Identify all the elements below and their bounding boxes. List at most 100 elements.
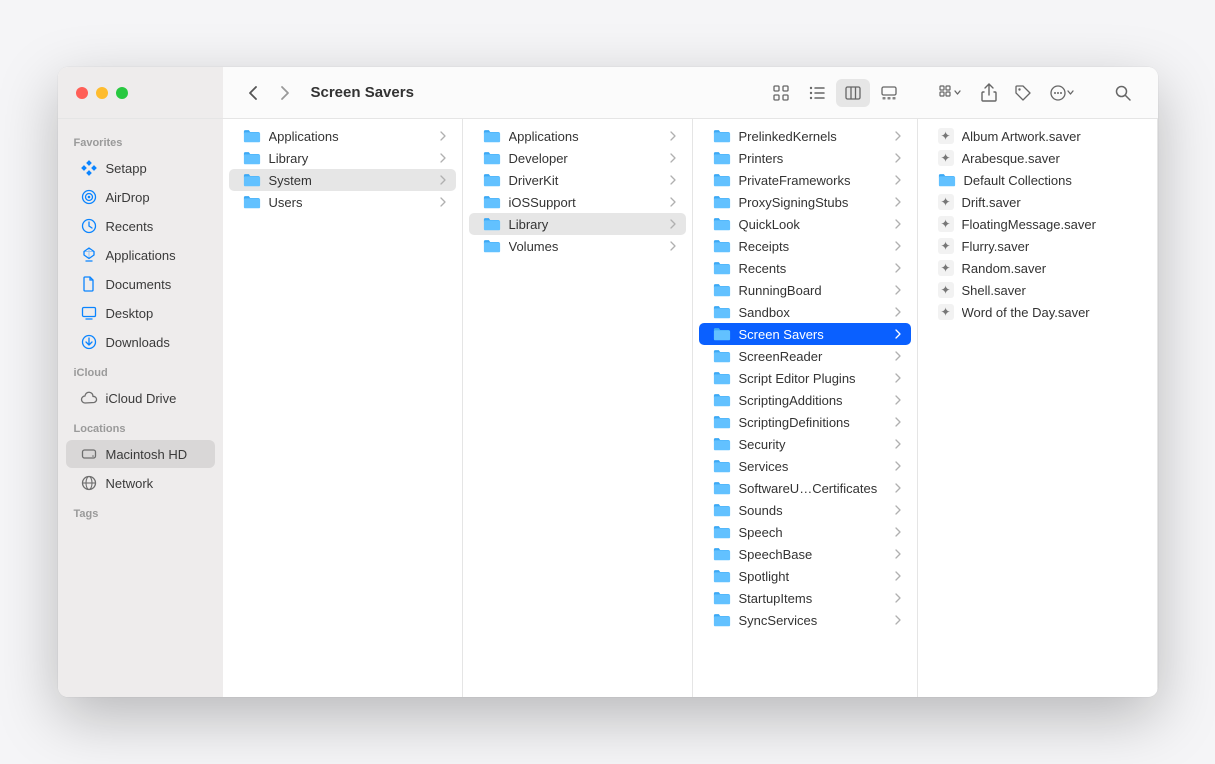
setapp-icon xyxy=(80,159,98,177)
list-item[interactable]: PrelinkedKernels xyxy=(699,125,911,147)
list-item[interactable]: Screen Savers xyxy=(699,323,911,345)
sidebar-item-applications[interactable]: Applications xyxy=(66,241,215,269)
list-item[interactable]: ✦FloatingMessage.saver xyxy=(924,213,1151,235)
list-item[interactable]: ✦Flurry.saver xyxy=(924,235,1151,257)
finder-window: Screen Savers xyxy=(58,67,1158,697)
chevron-right-icon xyxy=(670,195,676,210)
view-mode-group xyxy=(764,79,906,107)
saver-file-icon: ✦ xyxy=(938,128,954,144)
list-item[interactable]: Library xyxy=(229,147,456,169)
view-list-button[interactable] xyxy=(800,79,834,107)
saver-file-icon: ✦ xyxy=(938,282,954,298)
list-item[interactable]: Library xyxy=(469,213,686,235)
folder-icon xyxy=(713,194,731,210)
chevron-right-icon xyxy=(895,195,901,210)
folder-icon xyxy=(483,238,501,254)
folder-icon xyxy=(713,436,731,452)
list-item[interactable]: ✦Shell.saver xyxy=(924,279,1151,301)
forward-button[interactable] xyxy=(273,81,297,105)
list-item[interactable]: ✦Random.saver xyxy=(924,257,1151,279)
list-item-label: PrivateFrameworks xyxy=(739,173,887,188)
sidebar-item-setapp[interactable]: Setapp xyxy=(66,154,215,182)
folder-icon xyxy=(713,216,731,232)
sidebar-item-label: Desktop xyxy=(106,306,154,321)
actions-button[interactable] xyxy=(1040,79,1084,107)
list-item-label: Applications xyxy=(269,129,432,144)
list-item[interactable]: PrivateFrameworks xyxy=(699,169,911,191)
list-item[interactable]: StartupItems xyxy=(699,587,911,609)
zoom-window-button[interactable] xyxy=(116,87,128,99)
list-item-label: Default Collections xyxy=(964,173,1141,188)
list-item[interactable]: Recents xyxy=(699,257,911,279)
list-item[interactable]: Applications xyxy=(229,125,456,147)
list-item[interactable]: Sandbox xyxy=(699,301,911,323)
traffic-lights xyxy=(76,87,128,99)
search-button[interactable] xyxy=(1106,79,1140,107)
list-item[interactable]: RunningBoard xyxy=(699,279,911,301)
list-item-label: ScriptingAdditions xyxy=(739,393,887,408)
folder-icon xyxy=(243,194,261,210)
list-item-label: Screen Savers xyxy=(739,327,887,342)
back-button[interactable] xyxy=(241,81,265,105)
sidebar-item-icloud-drive[interactable]: iCloud Drive xyxy=(66,384,215,412)
folder-icon xyxy=(713,370,731,386)
list-item[interactable]: Sounds xyxy=(699,499,911,521)
list-item[interactable]: Volumes xyxy=(469,235,686,257)
network-icon xyxy=(80,474,98,492)
list-item[interactable]: Applications xyxy=(469,125,686,147)
list-item[interactable]: ScriptingAdditions xyxy=(699,389,911,411)
list-item[interactable]: Printers xyxy=(699,147,911,169)
sidebar-item-recents[interactable]: Recents xyxy=(66,212,215,240)
harddisk-icon xyxy=(80,445,98,463)
list-item[interactable]: SpeechBase xyxy=(699,543,911,565)
list-item[interactable]: Services xyxy=(699,455,911,477)
chevron-right-icon xyxy=(440,151,446,166)
group-by-button[interactable] xyxy=(928,79,972,107)
sidebar-item-downloads[interactable]: Downloads xyxy=(66,328,215,356)
sidebar-item-airdrop[interactable]: AirDrop xyxy=(66,183,215,211)
list-item[interactable]: QuickLook xyxy=(699,213,911,235)
view-columns-button[interactable] xyxy=(836,79,870,107)
list-item[interactable]: DriverKit xyxy=(469,169,686,191)
sidebar-item-documents[interactable]: Documents xyxy=(66,270,215,298)
list-item[interactable]: System xyxy=(229,169,456,191)
folder-icon xyxy=(713,128,731,144)
folder-icon xyxy=(483,150,501,166)
view-icons-button[interactable] xyxy=(764,79,798,107)
sidebar-item-network[interactable]: Network xyxy=(66,469,215,497)
list-item[interactable]: ProxySigningStubs xyxy=(699,191,911,213)
sidebar-item-macintosh-hd[interactable]: Macintosh HD xyxy=(66,440,215,468)
list-item[interactable]: Speech xyxy=(699,521,911,543)
list-item[interactable]: Spotlight xyxy=(699,565,911,587)
list-item[interactable]: ScreenReader xyxy=(699,345,911,367)
list-item[interactable]: Script Editor Plugins xyxy=(699,367,911,389)
list-item[interactable]: ✦Album Artwork.saver xyxy=(924,125,1151,147)
list-item[interactable]: ✦Drift.saver xyxy=(924,191,1151,213)
minimize-window-button[interactable] xyxy=(96,87,108,99)
share-button[interactable] xyxy=(972,79,1006,107)
sidebar-item-desktop[interactable]: Desktop xyxy=(66,299,215,327)
list-item[interactable]: ScriptingDefinitions xyxy=(699,411,911,433)
list-item[interactable]: SoftwareU…Certificates xyxy=(699,477,911,499)
list-item[interactable]: ✦Word of the Day.saver xyxy=(924,301,1151,323)
list-item-label: Applications xyxy=(509,129,662,144)
list-item[interactable]: Users xyxy=(229,191,456,213)
tags-button[interactable] xyxy=(1006,79,1040,107)
sidebar: FavoritesSetappAirDropRecentsApplication… xyxy=(58,119,223,697)
view-gallery-button[interactable] xyxy=(872,79,906,107)
list-item[interactable]: ✦Arabesque.saver xyxy=(924,147,1151,169)
list-item-label: Recents xyxy=(739,261,887,276)
sidebar-item-label: Documents xyxy=(106,277,172,292)
list-item[interactable]: Developer xyxy=(469,147,686,169)
list-item[interactable]: Security xyxy=(699,433,911,455)
list-item[interactable]: Default Collections xyxy=(924,169,1151,191)
close-window-button[interactable] xyxy=(76,87,88,99)
sidebar-item-label: Setapp xyxy=(106,161,147,176)
navigation-buttons xyxy=(241,81,297,105)
list-item[interactable]: Receipts xyxy=(699,235,911,257)
list-item[interactable]: iOSSupport xyxy=(469,191,686,213)
chevron-right-icon xyxy=(895,371,901,386)
list-item[interactable]: SyncServices xyxy=(699,609,911,631)
desktop-icon xyxy=(80,304,98,322)
saver-file-icon: ✦ xyxy=(938,260,954,276)
